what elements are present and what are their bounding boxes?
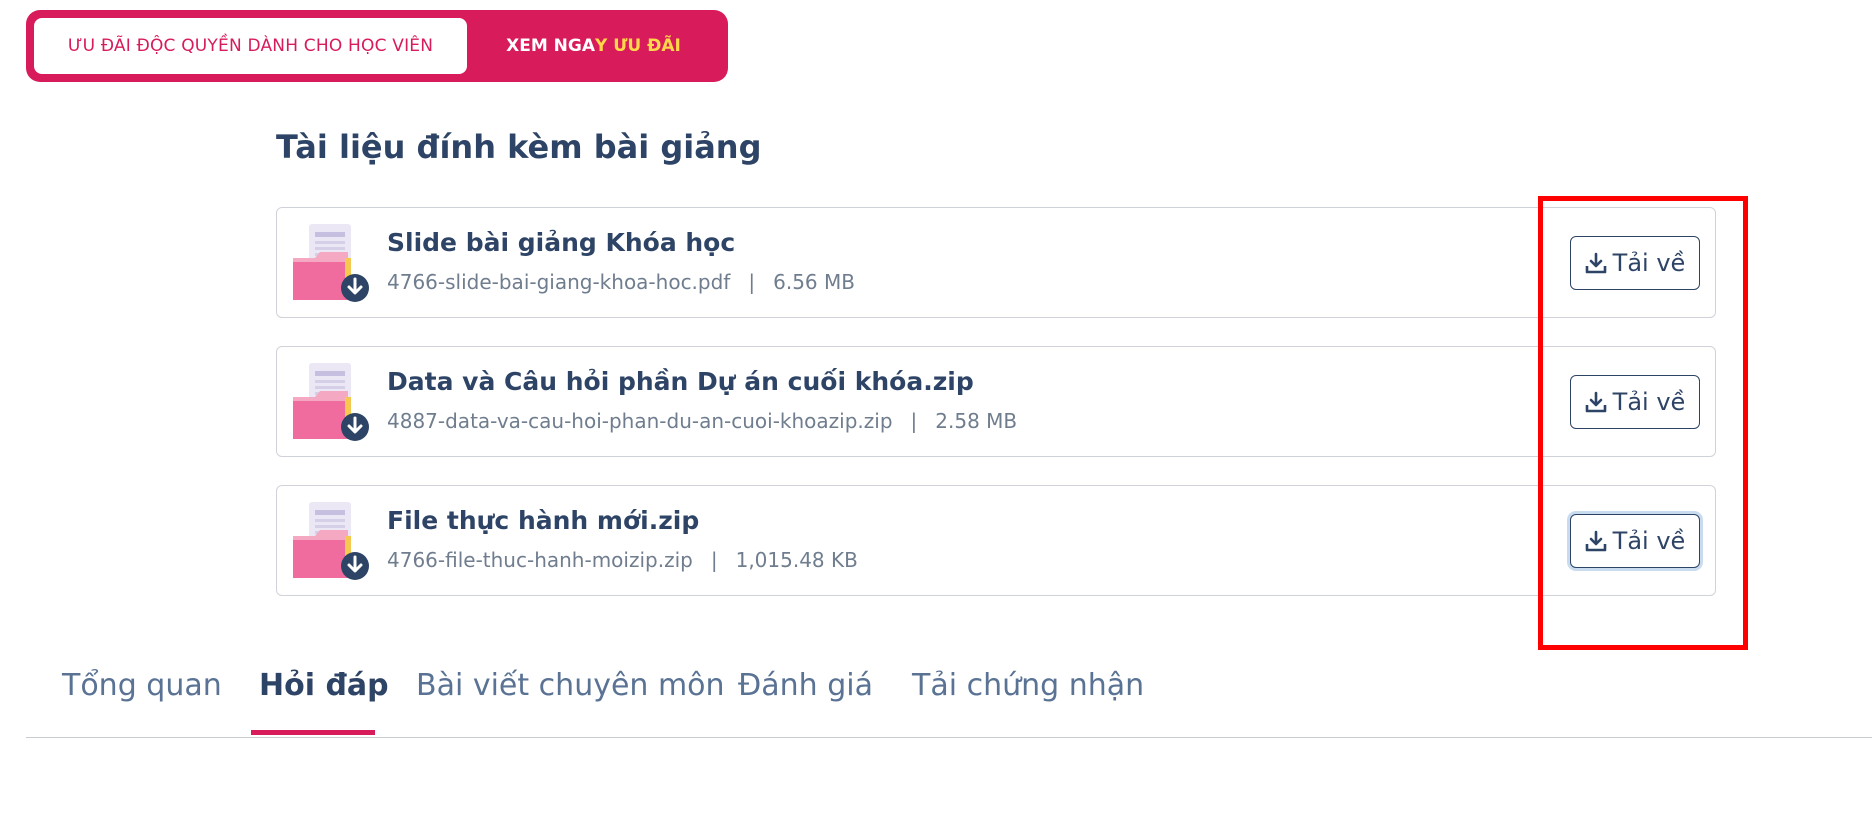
attachment-size: 6.56 MB <box>773 270 855 294</box>
attachment-title: Data và Câu hỏi phần Dự án cuối khóa.zip <box>387 367 974 396</box>
attachment-meta: 4766-file-thuc-hanh-moizip.zip | 1,015.48 … <box>387 548 858 572</box>
attachment-item: Data và Câu hỏi phần Dự án cuối khóa.zip… <box>276 346 1716 457</box>
promo-exclusive-label: ƯU ĐÃI ĐỘC QUYỀN DÀNH CHO HỌC VIÊN <box>34 18 467 74</box>
attachment-title: File thực hành mới.zip <box>387 506 700 535</box>
download-button[interactable]: Tải về <box>1570 375 1700 429</box>
tab-articles[interactable]: Bài viết chuyên môn <box>416 668 725 703</box>
download-button[interactable]: Tải về <box>1570 514 1700 568</box>
download-button-label: Tải về <box>1612 527 1686 555</box>
folder-download-icon <box>293 363 369 441</box>
download-icon <box>1585 391 1606 413</box>
meta-separator: | <box>748 270 756 294</box>
promo-view-offer-text-1: XEM NGA <box>506 36 595 56</box>
tab-qa[interactable]: Hỏi đáp <box>259 668 389 703</box>
tab-reviews[interactable]: Đánh giá <box>738 668 873 703</box>
download-icon <box>1585 252 1606 274</box>
download-icon <box>1585 530 1606 552</box>
attachment-size: 2.58 MB <box>935 409 1018 433</box>
download-button-label: Tải về <box>1612 388 1686 416</box>
download-button[interactable]: Tải về <box>1570 236 1700 290</box>
attachment-filename: 4887-data-va-cau-hoi-phan-du-an-cuoi-kho… <box>387 409 893 433</box>
promo-view-offer-text-2: Y ƯU ĐÃI <box>595 36 681 56</box>
course-tabs: Tổng quan Hỏi đáp Bài viết chuyên môn Đá… <box>26 648 1872 738</box>
tab-overview[interactable]: Tổng quan <box>62 668 222 703</box>
download-button-label: Tải về <box>1612 249 1686 277</box>
attachment-filename: 4766-slide-bai-giang-khoa-hoc.pdf <box>387 270 731 294</box>
promo-banner: ƯU ĐÃI ĐỘC QUYỀN DÀNH CHO HỌC VIÊN XEM N… <box>26 10 728 82</box>
attachment-meta: 4766-slide-bai-giang-khoa-hoc.pdf | 6.56 M… <box>387 270 855 294</box>
attachment-meta: 4887-data-va-cau-hoi-phan-du-an-cuoi-kho… <box>387 409 1017 433</box>
attachment-item: File thực hành mới.zip 4766-file-thuc-ha… <box>276 485 1716 596</box>
attachments-section-title: Tài liệu đính kèm bài giảng <box>276 128 762 166</box>
meta-separator: | <box>910 409 918 433</box>
attachment-title: Slide bài giảng Khóa học <box>387 228 736 257</box>
active-tab-underline <box>251 730 375 735</box>
attachment-filename: 4766-file-thuc-hanh-moizip.zip <box>387 548 693 572</box>
folder-download-icon <box>293 224 369 302</box>
attachment-item: Slide bài giảng Khóa học 4766-slide-bai-… <box>276 207 1716 318</box>
tab-certificate[interactable]: Tải chứng nhận <box>912 668 1144 703</box>
folder-download-icon <box>293 502 369 580</box>
attachment-size: 1,015.48 KB <box>735 548 858 572</box>
meta-separator: | <box>710 548 718 572</box>
promo-view-offer-button[interactable]: XEM NGA Y ƯU ĐÃI <box>467 18 720 74</box>
